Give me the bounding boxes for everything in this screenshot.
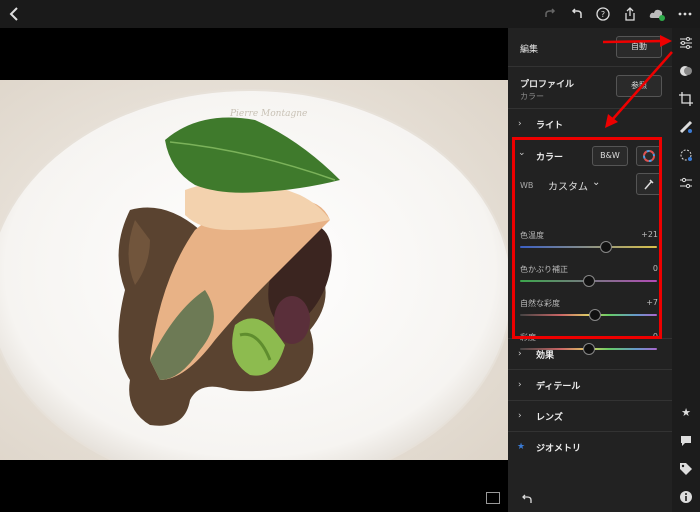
annotation-arrows bbox=[602, 35, 673, 128]
